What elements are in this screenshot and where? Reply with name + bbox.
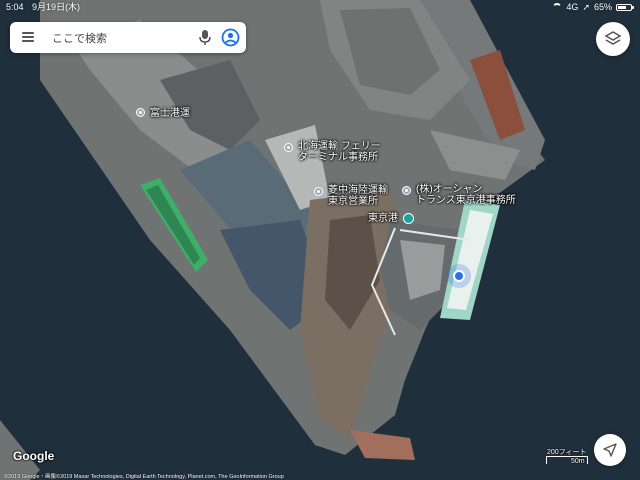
battery-fill (618, 5, 626, 9)
status-bar: 5:04 9月19日(木) 4G ➚ 65% (0, 0, 640, 14)
search-bar[interactable]: ここで検索 (10, 22, 246, 53)
place-tokyo-port[interactable]: 東京港 (368, 213, 414, 224)
navigation-button[interactable] (594, 434, 626, 466)
status-date: 9月19日(木) (32, 2, 81, 12)
place-label-line2: 東京営業所 (328, 196, 378, 207)
place-label-line2: トランス東京港事務所 (416, 195, 516, 206)
status-right: 4G ➚ 65% (552, 0, 634, 14)
status-time: 5:04 (6, 2, 24, 12)
place-hokkai-unyu[interactable]: 北海運輸 フェリー ターミナル事務所 (284, 141, 381, 163)
search-input[interactable]: ここで検索 (52, 30, 107, 46)
place-pin-icon (284, 143, 293, 152)
place-ocean-trans[interactable]: (株)オーシャン トランス東京港事務所 (402, 184, 516, 206)
place-pin-icon (136, 108, 145, 117)
mic-icon[interactable] (198, 29, 212, 46)
map-attribution[interactable]: ©2019 Google・画像©2019 Maxar Technologies,… (4, 472, 284, 480)
account-icon[interactable] (221, 28, 240, 47)
satellite-map[interactable] (0, 0, 640, 480)
place-fuji-koun[interactable]: 富士港運 (136, 108, 190, 119)
place-pin-icon (314, 187, 323, 196)
scale-label-metric: 50m (571, 458, 585, 465)
place-label-line1: (株)オーシャン (416, 184, 483, 195)
status-battery-percent: 65% (593, 2, 612, 12)
menu-icon[interactable] (22, 32, 34, 42)
battery-icon (616, 3, 634, 11)
place-ryochu-kairiku[interactable]: 菱中海陸運輸 東京営業所 (314, 185, 388, 207)
wifi-icon (552, 3, 563, 11)
layers-button[interactable] (596, 22, 630, 56)
place-label-line2: ターミナル事務所 (298, 152, 378, 163)
place-label-line1: 菱中海陸運輸 (328, 185, 388, 196)
place-pin-icon (402, 186, 411, 195)
anchor-icon (403, 213, 414, 224)
place-label-text: 東京港 (368, 213, 398, 224)
google-logo: Google (13, 449, 55, 463)
navigation-arrow-icon (603, 443, 617, 457)
place-label-text: 富士港運 (150, 108, 190, 119)
layers-icon (604, 31, 622, 45)
current-location-marker[interactable] (453, 270, 465, 282)
status-left: 5:04 9月19日(木) (6, 0, 86, 14)
place-label-line1: 北海運輸 フェリー (298, 141, 381, 152)
location-arrow-icon: ➚ (582, 2, 590, 12)
status-network: 4G (566, 2, 579, 12)
